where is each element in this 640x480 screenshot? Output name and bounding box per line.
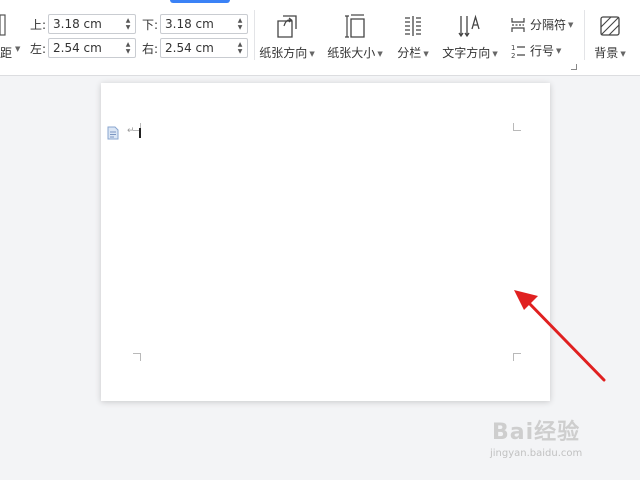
baidu-watermark: Bai经验 jingyan.baidu.com [488,412,608,468]
watermark-brand: Bai经验 [492,420,581,445]
watermark-url: jingyan.baidu.com [490,448,583,459]
annotation-arrow-icon [514,290,606,382]
